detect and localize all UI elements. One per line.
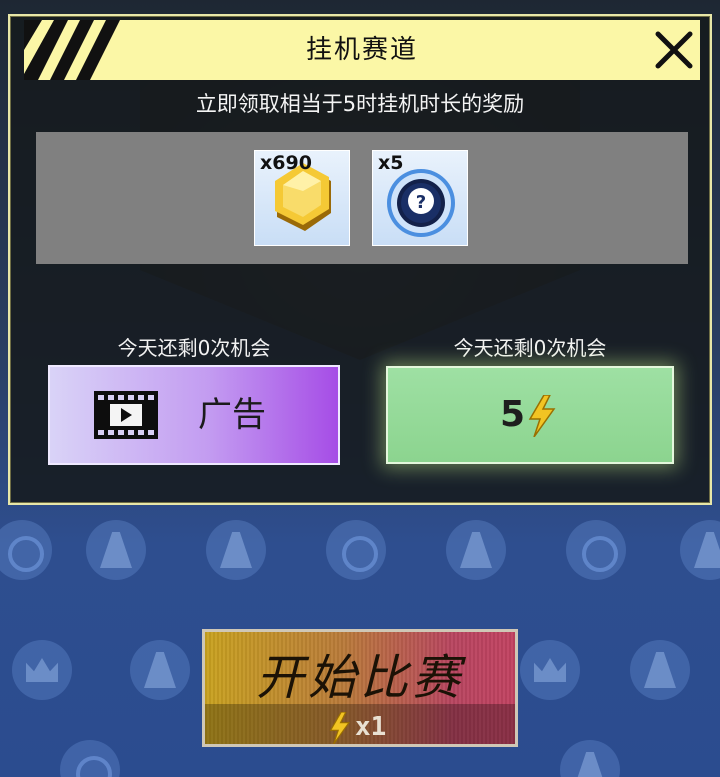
crown-icon: [12, 640, 72, 700]
road-icon: [446, 520, 506, 580]
film-play-icon: [94, 391, 158, 439]
road-icon: [206, 520, 266, 580]
start-race-cost: x1: [355, 712, 387, 742]
close-button[interactable]: [648, 24, 700, 76]
watch-ad-button[interactable]: 广告: [48, 365, 340, 465]
lightning-bolt-icon: [329, 712, 351, 744]
road-icon: [680, 520, 720, 580]
reward-panel: x690 ? x5: [36, 132, 688, 264]
road-icon: [630, 640, 690, 700]
ad-button-label: 广告: [198, 395, 266, 435]
crown-icon: [520, 640, 580, 700]
dialog-title-bar: 挂机赛道: [24, 20, 700, 80]
reward-description: 立即领取相当于5时挂机时长的奖励: [195, 92, 525, 116]
road-icon: [560, 740, 620, 777]
energy-cost: 5: [500, 394, 526, 435]
svg-text:?: ?: [416, 192, 426, 213]
idle-track-dialog: 挂机赛道 立即领取相当于5时挂机时长的奖励 x690 ? x5 今天还剩0次机会…: [8, 14, 712, 505]
ad-chance-remaining: 今天还剩0次机会: [117, 336, 271, 360]
close-icon: [655, 31, 693, 69]
wheel-icon: [326, 520, 386, 580]
lightning-bolt-icon: [528, 395, 556, 437]
road-icon: [86, 520, 146, 580]
road-icon: [130, 640, 190, 700]
wheel-icon: [60, 740, 120, 777]
start-race-label: 开始比赛: [255, 650, 464, 706]
wheel-icon: [566, 520, 626, 580]
energy-claim-button[interactable]: 5: [386, 366, 674, 464]
reward-quantity: x690: [260, 152, 312, 174]
reward-item-coin[interactable]: x690: [254, 150, 350, 246]
start-race-button[interactable]: 开始比赛 x1: [202, 629, 518, 747]
dialog-title: 挂机赛道: [305, 35, 418, 65]
energy-chance-remaining: 今天还剩0次机会: [453, 336, 607, 360]
wheel-icon: [0, 520, 52, 580]
reward-quantity: x5: [378, 152, 404, 174]
reward-item-mystery[interactable]: ? x5: [372, 150, 468, 246]
